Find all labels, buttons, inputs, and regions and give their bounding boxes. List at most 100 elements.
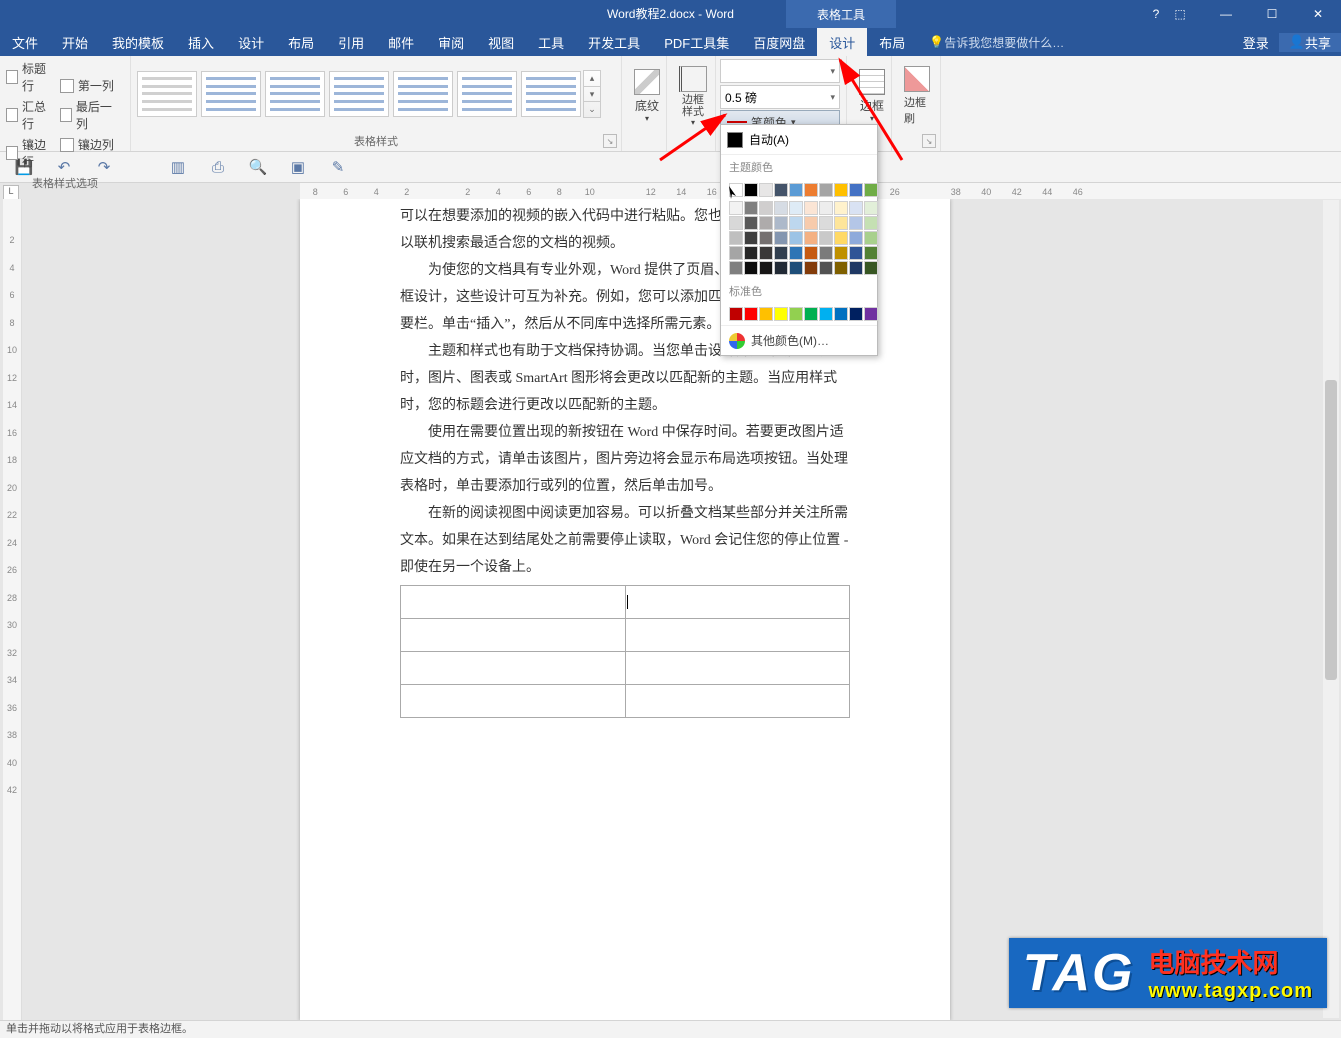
tell-me[interactable]: 💡 告诉我您想要做什么… — [917, 28, 1076, 56]
document-table[interactable] — [400, 585, 850, 718]
table-cell[interactable] — [625, 619, 850, 652]
color-swatch[interactable] — [774, 183, 788, 197]
qat-btn-5[interactable]: ✎ — [328, 157, 348, 177]
color-swatch[interactable] — [729, 231, 743, 245]
table-styles-gallery[interactable] — [137, 71, 581, 117]
color-swatch[interactable] — [789, 216, 803, 230]
tab-引用[interactable]: 引用 — [326, 28, 376, 56]
color-swatch[interactable] — [729, 261, 743, 275]
color-swatch[interactable] — [774, 216, 788, 230]
color-swatch[interactable] — [744, 246, 758, 260]
color-swatch[interactable] — [819, 216, 833, 230]
minimize-button[interactable]: — — [1203, 0, 1249, 28]
table-cell[interactable] — [401, 685, 626, 718]
close-button[interactable]: ✕ — [1295, 0, 1341, 28]
qat-btn-4[interactable]: ▣ — [288, 157, 308, 177]
tab-邮件[interactable]: 邮件 — [376, 28, 426, 56]
color-swatch[interactable] — [804, 307, 818, 321]
color-swatch[interactable] — [819, 231, 833, 245]
color-swatch[interactable] — [759, 201, 773, 215]
checkbox-镶边列[interactable]: 镶边列 — [60, 136, 116, 153]
doc-paragraph[interactable]: 在新的阅读视图中阅读更加容易。可以折叠文档某些部分并关注所需文本。如果在达到结尾… — [400, 500, 850, 581]
color-swatch[interactable] — [804, 246, 818, 260]
color-swatch[interactable] — [819, 246, 833, 260]
scrollbar-thumb[interactable] — [1325, 380, 1337, 680]
color-swatch[interactable] — [774, 201, 788, 215]
color-swatch[interactable] — [804, 216, 818, 230]
styles-gallery-more[interactable]: ▴▾⌄ — [583, 70, 601, 118]
dialog-launcher-styles[interactable]: ↘ — [603, 134, 617, 148]
table-cell[interactable] — [401, 652, 626, 685]
vertical-scrollbar[interactable] — [1323, 200, 1339, 1018]
color-swatch[interactable] — [759, 261, 773, 275]
color-swatch[interactable] — [744, 201, 758, 215]
color-swatch[interactable] — [849, 307, 863, 321]
color-swatch[interactable] — [759, 216, 773, 230]
border-painter-button[interactable]: 边框刷 — [898, 66, 936, 126]
color-swatch[interactable] — [789, 307, 803, 321]
tab-百度网盘[interactable]: 百度网盘 — [741, 28, 817, 56]
shading-button[interactable]: 底纹▾ — [628, 69, 666, 123]
color-swatch[interactable] — [804, 261, 818, 275]
tab-PDF工具集[interactable]: PDF工具集 — [652, 28, 741, 56]
color-swatch[interactable] — [789, 183, 803, 197]
color-swatch[interactable] — [834, 246, 848, 260]
tab-布局[interactable]: 布局 — [867, 28, 917, 56]
maximize-button[interactable]: ☐ — [1249, 0, 1295, 28]
color-swatch[interactable] — [864, 216, 878, 230]
borders-button[interactable]: 边框▾ — [853, 69, 891, 123]
tab-设计[interactable]: 设计 — [226, 28, 276, 56]
color-swatch[interactable] — [789, 231, 803, 245]
color-swatch[interactable] — [729, 183, 743, 197]
color-swatch[interactable] — [744, 307, 758, 321]
color-swatch[interactable] — [729, 307, 743, 321]
share-button[interactable]: 👤 共享 — [1279, 33, 1341, 52]
table-style-thumb[interactable] — [329, 71, 389, 117]
color-swatch[interactable] — [864, 307, 878, 321]
pen-weight-dropdown[interactable]: 0.5 磅▾ — [720, 85, 840, 109]
color-auto-option[interactable]: 自动(A) — [721, 125, 877, 155]
color-swatch[interactable] — [744, 231, 758, 245]
color-swatch[interactable] — [834, 183, 848, 197]
checkbox-镶边行[interactable]: 镶边行 — [6, 136, 52, 170]
color-swatch[interactable] — [804, 231, 818, 245]
table-style-thumb[interactable] — [457, 71, 517, 117]
color-swatch[interactable] — [729, 246, 743, 260]
table-style-thumb[interactable] — [265, 71, 325, 117]
color-swatch[interactable] — [774, 307, 788, 321]
doc-paragraph[interactable]: 使用在需要位置出现的新按钮在 Word 中保存时间。若要更改图片适应文档的方式，… — [400, 419, 850, 500]
color-swatch[interactable] — [729, 201, 743, 215]
color-swatch[interactable] — [834, 201, 848, 215]
checkbox-汇总行[interactable]: 汇总行 — [6, 98, 52, 132]
color-swatch[interactable] — [819, 307, 833, 321]
tab-开发工具[interactable]: 开发工具 — [576, 28, 652, 56]
checkbox-标题行[interactable]: 标题行 — [6, 60, 52, 94]
table-style-thumb[interactable] — [393, 71, 453, 117]
color-swatch[interactable] — [744, 261, 758, 275]
color-swatch[interactable] — [864, 261, 878, 275]
table-cell[interactable] — [625, 652, 850, 685]
color-swatch[interactable] — [834, 307, 848, 321]
color-swatch[interactable] — [759, 246, 773, 260]
color-swatch[interactable] — [834, 216, 848, 230]
color-swatch[interactable] — [849, 261, 863, 275]
color-swatch[interactable] — [759, 231, 773, 245]
color-swatch[interactable] — [864, 183, 878, 197]
color-swatch[interactable] — [789, 201, 803, 215]
table-cell[interactable] — [401, 586, 626, 619]
color-swatch[interactable] — [819, 261, 833, 275]
table-style-thumb[interactable] — [137, 71, 197, 117]
color-swatch[interactable] — [789, 261, 803, 275]
tab-文件[interactable]: 文件 — [0, 28, 50, 56]
color-swatch[interactable] — [834, 261, 848, 275]
color-swatch[interactable] — [849, 216, 863, 230]
tab-视图[interactable]: 视图 — [476, 28, 526, 56]
color-swatch[interactable] — [864, 246, 878, 260]
color-swatch[interactable] — [819, 183, 833, 197]
color-swatch[interactable] — [849, 231, 863, 245]
table-style-thumb[interactable] — [201, 71, 261, 117]
color-swatch[interactable] — [864, 231, 878, 245]
qat-btn-2[interactable]: ⎙ — [208, 157, 228, 177]
color-swatch[interactable] — [864, 201, 878, 215]
tab-设计[interactable]: 设计 — [817, 28, 867, 56]
